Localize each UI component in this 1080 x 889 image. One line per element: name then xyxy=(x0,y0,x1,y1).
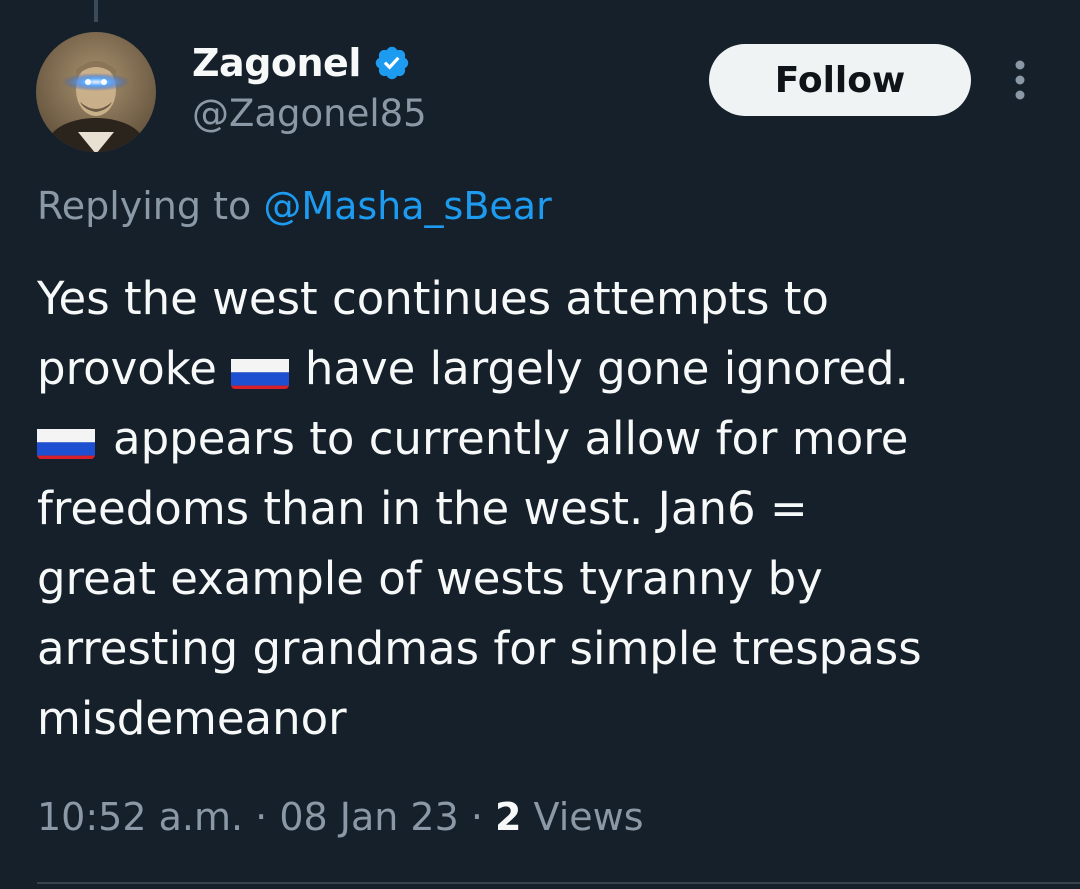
tweet-line: appears to currently allow for more xyxy=(37,404,1047,474)
author-handle[interactable]: @Zagonel85 xyxy=(192,92,427,135)
tweet-text-segment: appears to currently allow for more xyxy=(113,412,909,465)
tweet-line: arresting grandmas for simple trespass xyxy=(37,614,1047,684)
verified-badge-icon xyxy=(373,44,411,82)
tweet-text-segment: have largely gone ignored. xyxy=(304,342,909,395)
follow-button[interactable]: Follow xyxy=(709,44,971,116)
tweet-text-segment: provoke xyxy=(37,342,217,395)
reply-mention-link[interactable]: @Masha_sBear xyxy=(263,184,551,228)
views-label: Views xyxy=(521,795,644,839)
tweet-text-segment: great example of wests tyranny by xyxy=(37,552,823,605)
tweet-line: great example of wests tyranny by xyxy=(37,544,1047,614)
tweet-text-segment: misdemeanor xyxy=(37,692,347,745)
tweet-text-segment: arresting grandmas for simple trespass xyxy=(37,622,922,675)
tweet-text-segment: Yes the west continues attempts to xyxy=(37,272,829,325)
avatar[interactable] xyxy=(36,32,156,152)
views-count: 2 xyxy=(495,795,522,839)
russia-flag-icon xyxy=(37,419,95,459)
tweet-line: misdemeanor xyxy=(37,684,1047,754)
tweet-line: provoke have largely gone ignored. xyxy=(37,334,1047,404)
author-name-row[interactable]: Zagonel xyxy=(192,38,411,88)
tweet-time[interactable]: 10:52 a.m. xyxy=(37,795,243,839)
replying-to: Replying to @Masha_sBear xyxy=(37,184,552,228)
russia-flag-icon xyxy=(230,349,289,389)
tweet-line: Yes the west continues attempts to xyxy=(37,264,1047,334)
more-options-icon[interactable] xyxy=(1008,58,1032,102)
meta-separator: · xyxy=(458,795,496,839)
tweet-text: Yes the west continues attempts to provo… xyxy=(37,264,1047,754)
replying-to-label: Replying to xyxy=(37,184,264,228)
display-name[interactable]: Zagonel xyxy=(192,41,361,85)
tweet-meta: 10:52 a.m. · 08 Jan 23 · 2 Views xyxy=(37,795,644,839)
tweet-line: freedoms than in the west. Jan6 = xyxy=(37,474,1047,544)
thread-connector-line xyxy=(94,0,98,22)
tweet-text-segment: freedoms than in the west. Jan6 = xyxy=(37,482,808,535)
divider xyxy=(37,882,1080,884)
meta-separator: · xyxy=(243,795,280,839)
tweet-date[interactable]: 08 Jan 23 xyxy=(279,795,458,839)
